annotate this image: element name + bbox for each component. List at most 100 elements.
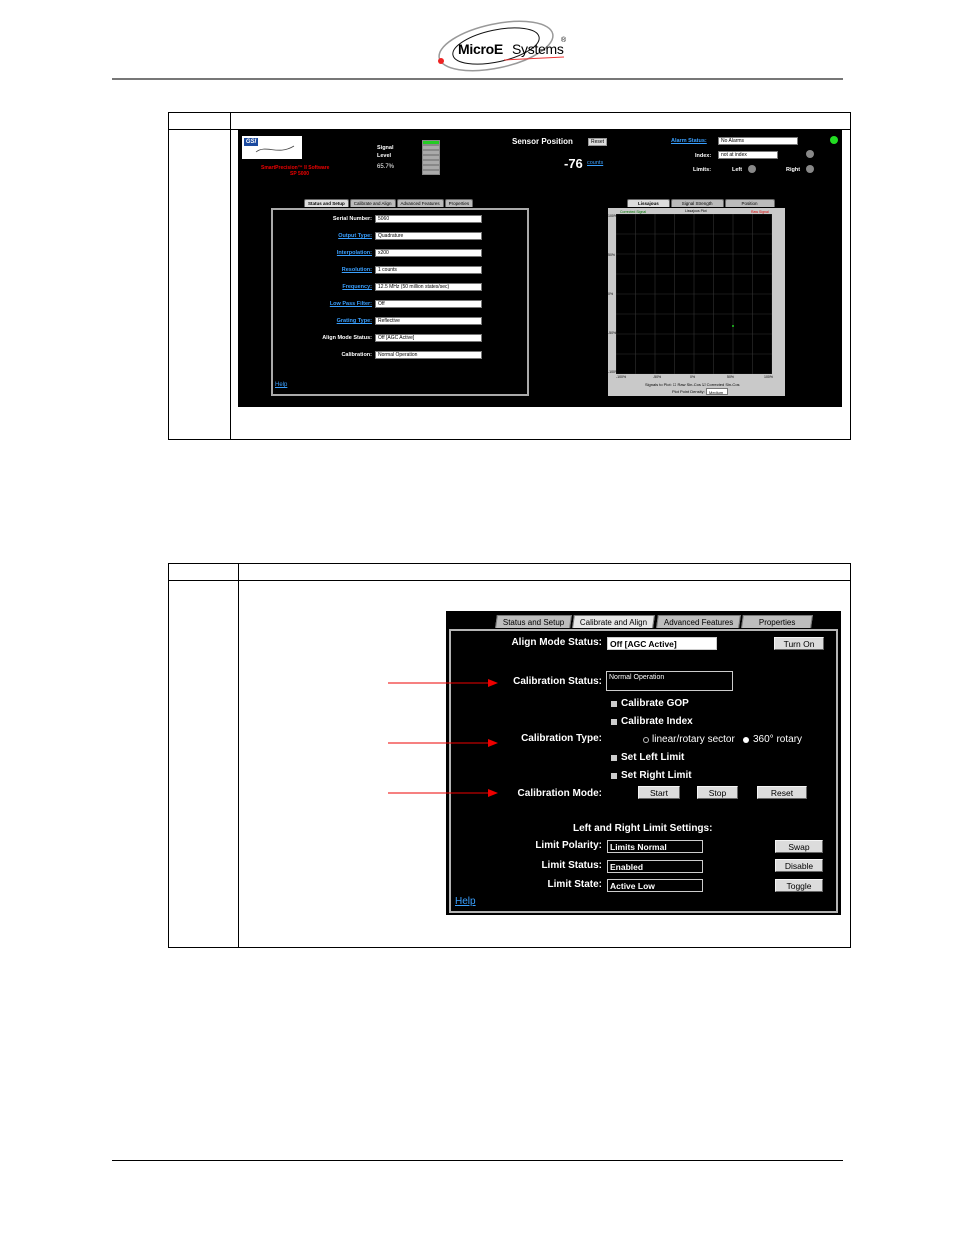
x-tick-label: -100%	[616, 375, 627, 379]
x-tick-label: -50%	[653, 375, 662, 379]
field-row: Serial Number: 5060	[273, 215, 527, 224]
signal-bar	[422, 165, 440, 170]
set-left-limit-checkbox[interactable]	[611, 755, 617, 761]
position-value: -76	[564, 156, 583, 171]
logo-brand-bold: MicroE	[458, 41, 503, 57]
tab-advanced-features[interactable]: Advanced Features	[655, 615, 741, 628]
set-right-limit-label: Set Right Limit	[621, 770, 692, 781]
signal-label-2: Level	[377, 153, 392, 159]
360-rotary-label: 360° rotary	[753, 734, 803, 745]
tab-properties[interactable]: Properties	[444, 199, 474, 207]
field-value: Reflective	[375, 317, 482, 325]
signal-bar	[422, 170, 440, 175]
x-tick-label: 100%	[764, 375, 773, 379]
tab-label: Status and Setup	[502, 618, 565, 627]
field-label: Calibration:	[341, 352, 372, 358]
y-tick-label: -100%	[608, 370, 619, 374]
linear-rotary-sector-label: linear/rotary sector	[652, 734, 735, 745]
turn-on-button[interactable]: Turn On	[774, 637, 824, 650]
calibrate-gop-checkbox[interactable]	[611, 701, 617, 707]
tab-calibrate-and-align[interactable]: Calibrate and Align	[349, 199, 396, 207]
calibrate-tab-bar: Status and Setup Calibrate and Align Adv…	[495, 615, 814, 628]
lissajous-plot	[615, 213, 773, 375]
tab-status-and-setup[interactable]: Status and Setup	[304, 199, 349, 207]
left-limit-led-icon	[748, 165, 756, 173]
field-row: Frequency: 12.5 MHz (50 million states/se…	[273, 283, 527, 292]
field-value: 1 counts	[375, 266, 482, 274]
plot-label-center: Lissajous Plot	[685, 209, 707, 213]
field-row: Resolution: 1 counts	[273, 266, 527, 275]
lissajous-point	[732, 325, 734, 327]
field-row: Low Pass Filter: Off	[273, 300, 527, 309]
x-tick-label: 50%	[727, 375, 735, 379]
field-row: Calibration: Normal Operation	[273, 351, 527, 360]
tab-calibrate-and-align[interactable]: Calibrate and Align	[572, 615, 656, 628]
limit-polarity-label: Limit Polarity:	[535, 840, 602, 851]
status-led-icon	[830, 136, 838, 144]
x-tick-label: 0%	[690, 375, 696, 379]
tab-signal-strength[interactable]: Signal Strength	[670, 199, 724, 207]
tab-status-and-setup[interactable]: Status and Setup	[495, 615, 573, 628]
align-mode-field: Off [AGC Active]	[607, 637, 717, 650]
lissajous-panel: Corrected Signal Lissajous Plot Raw Sign…	[608, 208, 785, 396]
y-tick-label: -50%	[608, 331, 617, 335]
tab-position[interactable]: Position	[724, 199, 775, 207]
disable-button[interactable]: Disable	[775, 859, 823, 872]
tab-advanced-features[interactable]: Advanced Features	[396, 199, 444, 207]
field-value: Off	[375, 300, 482, 308]
microe-logo: MicroE Systems ®	[434, 20, 574, 72]
app-screenshot-calibrate: Status and Setup Calibrate and Align Adv…	[446, 611, 841, 915]
position-reset-button[interactable]: Reset	[588, 138, 608, 146]
field-row: Align Mode Status: Off [AGC Active]	[273, 334, 527, 343]
calibrate-gop-label: Calibrate GOP	[621, 698, 689, 709]
signal-bar	[422, 155, 440, 160]
logo-brand-regular: Systems	[512, 41, 564, 57]
right-tab-bar: Lissajous Signal Strength Position	[627, 199, 776, 207]
calibration-reset-button[interactable]: Reset	[757, 786, 807, 799]
field-row: Output Type: Quadrature	[273, 232, 527, 241]
gsi-logo: GSI	[242, 136, 302, 159]
y-tick-label: 100%	[608, 214, 617, 218]
header-rule	[112, 78, 843, 80]
alarm-status-link[interactable]: Alarm Status:	[671, 138, 707, 144]
plot-x-axis: -100% -50% 0% 50% 100%	[616, 375, 773, 380]
signature-icon	[255, 145, 295, 153]
plot-density-select[interactable]: Medium	[706, 388, 728, 395]
linear-rotary-sector-radio[interactable]	[643, 737, 649, 743]
toggle-button[interactable]: Toggle	[775, 879, 823, 892]
limit-settings-title: Left and Right Limit Settings:	[573, 823, 713, 834]
tab-label: Properties	[758, 618, 796, 627]
position-unit-link[interactable]: counts	[587, 160, 603, 166]
field-label-link[interactable]: Resolution:	[342, 267, 372, 273]
calibrate-index-checkbox[interactable]	[611, 719, 617, 725]
field-label-link[interactable]: Interpolation:	[337, 250, 372, 256]
y-tick-label: 0%	[608, 292, 614, 296]
swap-button[interactable]: Swap	[775, 840, 823, 853]
plot-density-label: Plot Point Density:	[672, 389, 705, 394]
field-label-link[interactable]: Low Pass Filter:	[330, 301, 372, 307]
field-label-link[interactable]: Frequency:	[342, 284, 372, 290]
help-link[interactable]: Help	[455, 896, 476, 907]
left-limit-label: Left	[732, 167, 743, 173]
field-label-link[interactable]: Grating Type:	[337, 318, 372, 324]
index-led-icon	[806, 150, 814, 158]
field-label-link[interactable]: Output Type:	[338, 233, 372, 239]
360-rotary-radio[interactable]	[743, 737, 749, 743]
limit-state-label: Limit State:	[547, 879, 602, 890]
right-limit-label: Right	[786, 167, 801, 173]
y-tick-label: 50%	[608, 253, 616, 257]
field-value: 5060	[375, 215, 482, 223]
help-link[interactable]: Help	[275, 382, 287, 388]
tab-lissajous[interactable]: Lissajous	[627, 199, 670, 207]
set-right-limit-checkbox[interactable]	[611, 773, 617, 779]
stop-button[interactable]: Stop	[697, 786, 738, 799]
plot-options[interactable]: Signals to Plot: ☐ Raw Sin-Cos ☑ Correct…	[645, 382, 740, 387]
signal-bar	[422, 160, 440, 165]
callout-arrow-icon	[388, 679, 498, 687]
signal-percent: 65.7%	[377, 164, 395, 170]
start-button[interactable]: Start	[638, 786, 680, 799]
tab-properties[interactable]: Properties	[741, 615, 814, 628]
sensor-position-label: Sensor Position	[512, 137, 573, 146]
tab-label: Calibrate and Align	[580, 618, 648, 627]
model-number: SP 5000	[290, 171, 310, 177]
